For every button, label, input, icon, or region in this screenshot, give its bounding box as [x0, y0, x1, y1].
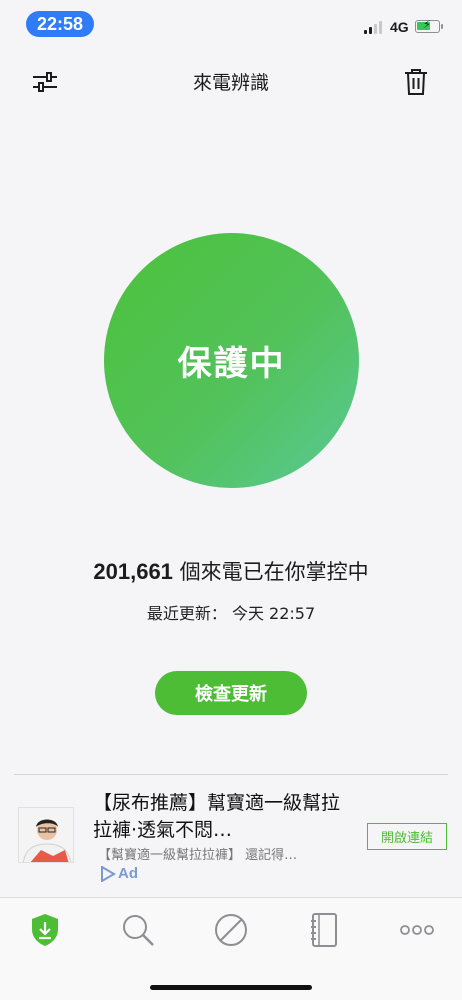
ad-label: Ad: [118, 865, 138, 882]
status-bar: 22:58 4G ⚡: [0, 0, 462, 50]
calls-count: 201,661: [93, 559, 173, 584]
search-icon: [123, 915, 154, 946]
signal-icon: [364, 21, 382, 34]
divider: [14, 774, 448, 775]
ad-banner[interactable]: 【尿布推薦】幫寶適一級幫拉拉褲·透氣不悶… 【幫寶適一級幫拉拉褲】 還記得… A…: [0, 776, 462, 894]
tab-search[interactable]: [120, 912, 156, 948]
protection-status-label: 保護中: [177, 344, 286, 384]
last-updated-label: 最近更新：: [146, 604, 227, 623]
network-type: 4G: [390, 19, 409, 35]
shield-download-icon: [32, 914, 58, 946]
last-updated: 最近更新： 今天 22:57: [0, 600, 462, 624]
tab-notebook[interactable]: [306, 912, 342, 948]
trash-icon: [405, 69, 427, 95]
ad-description: 【幫寶適一級幫拉拉褲】 還記得…: [98, 848, 298, 863]
protection-status-circle[interactable]: 保護中: [104, 233, 359, 488]
calls-summary-text: 個來電已在你掌控中: [172, 560, 369, 584]
open-link-button[interactable]: 開啟連結: [367, 823, 447, 850]
ad-thumbnail[interactable]: [18, 807, 74, 863]
more-icon: [400, 925, 434, 935]
ad-badge: Ad: [100, 865, 138, 882]
tab-protection[interactable]: [27, 912, 63, 948]
block-icon: [215, 914, 247, 946]
status-time: 22:58: [26, 11, 94, 37]
last-updated-time: 今天 22:57: [231, 604, 316, 623]
notebook-icon: [311, 913, 337, 947]
calls-summary: 201,661 個來電已在你掌控中: [0, 556, 462, 586]
tab-block[interactable]: [213, 912, 249, 948]
home-indicator[interactable]: [150, 985, 312, 990]
nav-bar: 來電辨識: [0, 56, 462, 106]
tab-more[interactable]: [397, 912, 437, 948]
delete-button[interactable]: [398, 64, 434, 100]
page-title: 來電辨識: [192, 72, 269, 94]
ad-play-icon: [101, 865, 116, 882]
check-update-button[interactable]: 檢查更新: [155, 671, 307, 715]
ad-title[interactable]: 【尿布推薦】幫寶適一級幫拉拉褲·透氣不悶…: [93, 790, 343, 844]
battery-icon: ⚡: [415, 18, 443, 33]
